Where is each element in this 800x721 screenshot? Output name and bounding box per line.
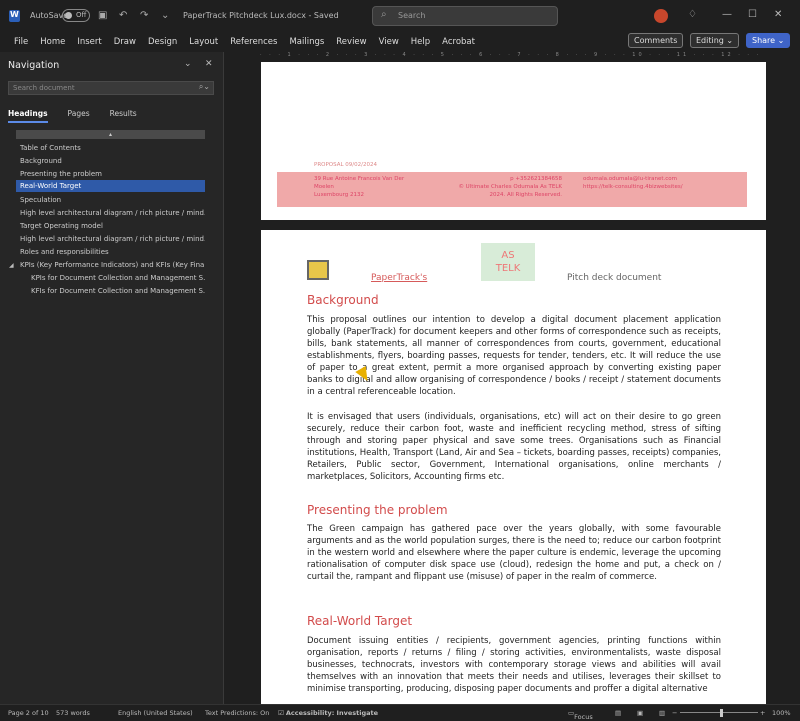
text-predictions[interactable]: Text Predictions: On [205,709,269,717]
maximize-icon[interactable]: ☐ [748,9,757,20]
nav-title: Navigation [8,60,60,71]
tab-help[interactable]: Help [411,37,430,47]
title-bar: AutoSave Off ▣ ↶ ↷ ⌄ PaperTrack Pitchdec… [0,0,800,32]
expand-triangle-icon[interactable]: ◢ [9,262,14,269]
document-title[interactable]: PaperTrack Pitchdeck Lux.docx - Saved [183,11,339,20]
footer-contact: p +352621384658 © Ultimate Charles Oduma… [458,176,562,198]
lightbulb-icon[interactable]: ♢ [688,9,697,20]
comments-button[interactable]: Comments [628,33,684,48]
heading-item[interactable]: Table of Contents [16,142,205,154]
heading-item[interactable]: Roles and responsibilities [16,246,205,258]
tab-acrobat[interactable]: Acrobat [442,37,475,47]
footer-web: odumala.odumala@lu-tiranet.com https://t… [583,176,683,190]
heading-item[interactable]: Background [16,155,205,167]
nav-search-input[interactable]: Search document ⌕⌄ [8,81,214,95]
papertrack-logo-icon [307,260,329,280]
word-count[interactable]: 573 words [56,709,90,717]
tab-insert[interactable]: Insert [77,37,101,47]
paragraph: It is envisaged that users (individuals,… [307,412,721,482]
tab-references[interactable]: References [230,37,277,47]
share-button[interactable]: Share ⌄ [746,33,791,48]
language-indicator[interactable]: English (United States) [118,709,193,717]
heading-item-sub[interactable]: KFIs for Document Collection and Managem… [27,285,205,297]
save-icon[interactable]: ▣ [98,10,107,21]
heading-item[interactable]: High level architectural diagram / rich … [16,207,205,219]
heading-item[interactable]: Target Operating model [16,220,205,232]
search-box[interactable]: ⌕ Search [372,6,558,26]
astelk-logo: AS TELK [481,243,535,281]
heading-item-sub[interactable]: KPIs for Document Collection and Managem… [27,272,205,284]
tab-design[interactable]: Design [148,37,177,47]
section-heading-target: Real-World Target [307,614,413,628]
tab-home[interactable]: Home [40,37,65,47]
tab-pages[interactable]: Pages [68,109,90,123]
heading-item[interactable]: High level architectural diagram / rich … [16,233,205,245]
proposal-meta: PROPOSAL 09/02/2024 [314,162,377,168]
tab-results[interactable]: Results [110,109,137,123]
heading-item-selected[interactable]: Real-World Target [16,180,205,192]
focus-mode-button[interactable]: ▭ Focus [568,709,593,721]
tab-mailings[interactable]: Mailings [289,37,324,47]
footer-address: 39 Rue Antoine Francois Van Der Moelen L… [314,176,405,198]
tab-file[interactable]: File [14,37,28,47]
collapse-all-bar[interactable]: ▴ [16,130,205,139]
nav-tabs: Headings Pages Results [8,109,157,123]
heading-item[interactable]: KPIs (Key Performance Indicators) and KF… [16,259,205,271]
tab-view[interactable]: View [379,37,399,47]
read-mode-icon[interactable]: ▤ [615,709,621,717]
astelk-logo-text: AS TELK [495,250,521,274]
accessibility-status[interactable]: ☑ Accessibility: Investigate [278,709,378,717]
nav-search-placeholder: Search document [13,84,75,92]
search-icon: ⌕⌄ [198,82,210,91]
undo-icon[interactable]: ↶ [119,10,127,21]
minimize-icon[interactable]: — [722,9,732,20]
redo-icon[interactable]: ↷ [140,10,148,21]
search-icon: ⌕ [381,9,387,20]
heading-item[interactable]: Speculation [16,194,205,206]
page-2: PaperTrack's AS TELK Pitch deck document… [261,230,766,704]
document-canvas[interactable]: PROPOSAL 09/02/2024 39 Rue Antoine Franc… [225,62,800,704]
autosave-state: Off [76,11,87,19]
zoom-out-icon[interactable]: − [672,709,677,717]
zoom-slider[interactable] [680,712,758,713]
section-heading-background: Background [307,293,379,307]
word-app-icon [9,10,20,22]
horizontal-ruler[interactable]: · · · 1 · · · 2 · · · 3 · · · 4 · · · 5 … [260,52,765,62]
status-bar: Page 2 of 10 573 words English (United S… [0,704,800,721]
tab-draw[interactable]: Draw [114,37,136,47]
autosave-toggle[interactable]: Off [62,9,90,22]
tab-review[interactable]: Review [336,37,366,47]
page-1-bottom: PROPOSAL 09/02/2024 39 Rue Antoine Franc… [261,62,766,220]
print-layout-icon[interactable]: ▣ [637,709,643,717]
chevron-down-icon[interactable]: ⌄ [184,59,192,69]
close-pane-icon[interactable]: ✕ [205,59,213,69]
toggle-knob [65,12,72,19]
section-heading-problem: Presenting the problem [307,503,448,517]
zoom-level[interactable]: 100% [772,709,791,717]
search-placeholder: Search [398,11,426,20]
doc-type-label: Pitch deck document [567,273,662,283]
zoom-slider-handle[interactable] [720,709,723,717]
editing-mode-button[interactable]: Editing ⌄ [690,33,740,48]
editing-label: Editing [696,36,724,45]
navigation-pane: Navigation ⌄ ✕ Search document ⌕⌄ Headin… [0,52,224,704]
paragraph: The Green campaign has gathered pace ove… [307,524,721,582]
paragraph: This proposal outlines our intention to … [307,315,721,397]
footer-band: 39 Rue Antoine Francois Van Der Moelen L… [277,172,747,207]
heading-item[interactable]: Presenting the problem [16,168,205,180]
customize-icon[interactable]: ⌄ [161,10,169,21]
share-label: Share [752,36,776,45]
close-icon[interactable]: ✕ [774,9,782,20]
paragraph: Document issuing entities / recipients, … [307,636,721,694]
tab-headings[interactable]: Headings [8,109,48,123]
page-count[interactable]: Page 2 of 10 [8,709,49,717]
avatar[interactable] [654,9,668,23]
brand-name: PaperTrack's [371,273,428,283]
accessibility-label: Accessibility: Investigate [285,709,379,717]
tab-layout[interactable]: Layout [189,37,218,47]
web-layout-icon[interactable]: ▥ [659,709,665,717]
zoom-in-icon[interactable]: + [760,709,765,717]
